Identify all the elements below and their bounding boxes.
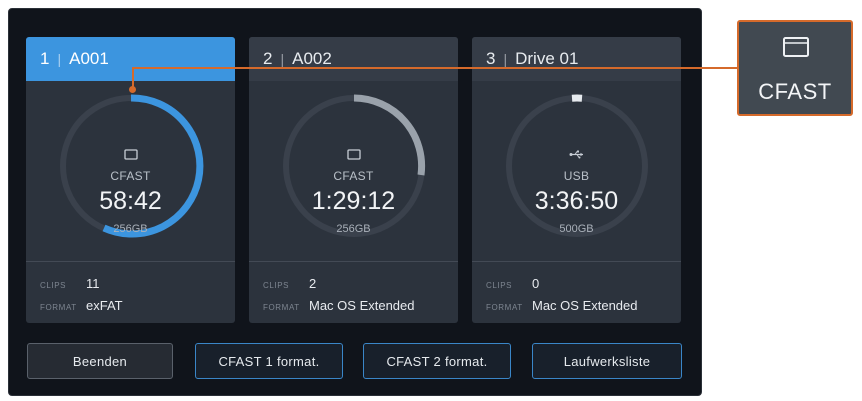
slot-body: USB 3:36:50 500GB (472, 81, 681, 262)
cfast-card-icon (783, 37, 809, 57)
callout-line (132, 67, 738, 69)
exit-button[interactable]: Beenden (27, 343, 173, 379)
format-value: Mac OS Extended (309, 298, 415, 313)
format-label: FORMAT (40, 303, 77, 312)
cfast-card-icon (123, 149, 138, 162)
clips-label: CLIPS (263, 281, 290, 290)
slot-separator: | (503, 51, 508, 67)
format-value: exFAT (86, 298, 123, 313)
slot-header: 3 | Drive 01 (472, 37, 681, 81)
slot-body: CFAST 1:29:12 256GB (249, 81, 458, 262)
media-type: CFAST (333, 169, 374, 183)
callout-box: CFAST (737, 20, 853, 116)
usb-icon (569, 149, 585, 162)
remaining-ring (506, 94, 648, 237)
slot-number: 2 (263, 49, 273, 68)
slot-separator: | (280, 51, 285, 67)
media-capacity: 500GB (559, 223, 594, 235)
clips-label: CLIPS (486, 281, 513, 290)
slot-name: Drive 01 (515, 49, 579, 68)
slot-separator: | (57, 51, 62, 67)
slot-name: A001 (69, 49, 109, 68)
slot-card-2[interactable]: 2 | A002 CFAST 1:29:12 256GB CLIPS 2 FOR… (249, 37, 458, 323)
media-capacity: 256GB (336, 223, 371, 235)
slot-body: CFAST 58:42 256GB (26, 81, 235, 262)
remaining-ring (283, 94, 426, 237)
slot-number: 1 (40, 49, 50, 68)
format-cfast1-button[interactable]: CFAST 1 format. (195, 343, 343, 379)
clips-count: 0 (532, 276, 540, 291)
callout-label: CFAST (758, 79, 832, 104)
time-remaining: 1:29:12 (311, 187, 396, 215)
media-capacity: 256GB (113, 223, 148, 235)
cfast-card-icon (346, 149, 361, 162)
slot-name: A002 (292, 49, 332, 68)
format-label: FORMAT (263, 303, 300, 312)
slot-card-3[interactable]: 3 | Drive 01 USB 3:36:50 500GB CLIPS 0 F… (472, 37, 681, 323)
media-type: USB (563, 169, 590, 183)
drive-list-button[interactable]: Laufwerksliste (532, 343, 682, 379)
format-cfast2-button[interactable]: CFAST 2 format. (363, 343, 511, 379)
slot-number: 3 (486, 49, 496, 68)
callout-dot (129, 86, 136, 93)
time-remaining: 3:36:50 (534, 187, 619, 215)
format-value: Mac OS Extended (532, 298, 638, 313)
slot-meta: CLIPS 11 FORMAT exFAT (26, 262, 235, 320)
clips-label: CLIPS (40, 281, 67, 290)
format-label: FORMAT (486, 303, 523, 312)
media-type: CFAST (110, 169, 151, 183)
slot-meta: CLIPS 2 FORMAT Mac OS Extended (249, 262, 458, 320)
clips-count: 11 (86, 276, 100, 291)
slot-header: 1 | A001 (26, 37, 235, 81)
time-remaining: 58:42 (99, 187, 162, 215)
slot-header: 2 | A002 (249, 37, 458, 81)
slot-card-1[interactable]: 1 | A001 CFAST 58:42 256GB CLIPS 11 FORM… (26, 37, 235, 323)
slot-meta: CLIPS 0 FORMAT Mac OS Extended (472, 262, 681, 320)
clips-count: 2 (309, 276, 317, 291)
remaining-ring (60, 94, 204, 238)
